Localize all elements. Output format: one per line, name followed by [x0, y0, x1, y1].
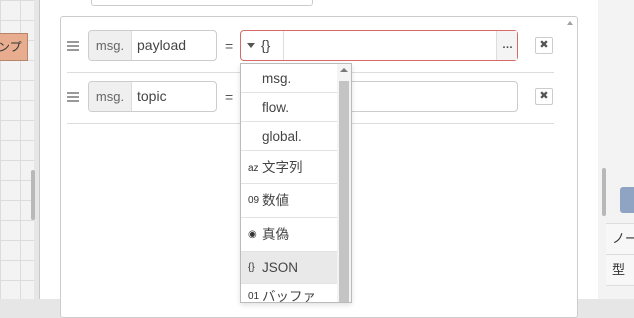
rules-list-scrollbar[interactable]	[565, 17, 575, 299]
type-dropdown-menu: msg. flow. global. az 文字列 09 数値 ◉ 真偽 {} JSON…	[240, 63, 352, 303]
drag-handle-icon[interactable]	[67, 92, 79, 102]
sidebar-scrollbar[interactable]	[602, 168, 606, 216]
info-row-node: ノー	[606, 224, 634, 255]
drag-handle-icon[interactable]	[67, 41, 79, 51]
property-value[interactable]: topic	[137, 82, 167, 111]
scrollbar-thumb[interactable]	[339, 81, 349, 302]
menu-item-number[interactable]: 09 数値	[241, 184, 337, 218]
workspace-node[interactable]: ンプ	[0, 33, 28, 61]
ellipsis-icon[interactable]: …	[496, 31, 517, 60]
workspace-canvas[interactable]: ンプ	[0, 0, 35, 299]
operator-label: =	[225, 89, 234, 105]
property-typed-input-1[interactable]: msg. payload	[88, 30, 217, 61]
scroll-up-arrow-icon[interactable]	[340, 68, 348, 72]
json-type-icon: {}	[248, 262, 255, 274]
sidebar-toggle-button[interactable]	[620, 187, 634, 213]
property-type-selector[interactable]: msg.	[89, 82, 132, 111]
right-sidebar: ノー 型	[598, 0, 634, 299]
menu-item-json[interactable]: {} JSON	[241, 252, 337, 284]
delete-rule-button[interactable]: ✖	[535, 88, 553, 105]
top-field-edge	[91, 0, 313, 6]
buffer-type-icon: 01	[248, 291, 260, 303]
menu-item-flow[interactable]: flow.	[241, 93, 337, 122]
workspace-node-label: ンプ	[0, 40, 22, 54]
divider	[283, 31, 284, 60]
value-typed-input-1[interactable]: {} …	[240, 30, 518, 61]
info-row-type: 型	[606, 255, 634, 286]
dropdown-scrollbar[interactable]	[337, 64, 351, 302]
node-info-table: ノー 型	[606, 223, 634, 286]
value-type-label[interactable]: {}	[261, 37, 270, 53]
scroll-up-arrow-icon[interactable]	[567, 21, 573, 25]
number-type-icon: 09	[248, 195, 260, 207]
property-type-selector[interactable]: msg.	[89, 31, 132, 60]
string-type-icon: az	[248, 162, 259, 174]
property-value[interactable]: payload	[137, 31, 186, 60]
boolean-type-icon: ◉	[248, 229, 257, 241]
menu-item-buffer[interactable]: 01 バッファ	[241, 284, 337, 303]
chevron-down-icon[interactable]	[247, 43, 255, 48]
menu-item-boolean[interactable]: ◉ 真偽	[241, 218, 337, 252]
menu-item-msg[interactable]: msg.	[241, 64, 337, 93]
property-typed-input-2[interactable]: msg. topic	[88, 81, 217, 112]
operator-label: =	[225, 38, 234, 54]
menu-item-string[interactable]: az 文字列	[241, 151, 337, 184]
menu-item-global[interactable]: global.	[241, 122, 337, 151]
delete-rule-button[interactable]: ✖	[535, 37, 553, 54]
workspace-scrollbar[interactable]	[31, 170, 35, 220]
